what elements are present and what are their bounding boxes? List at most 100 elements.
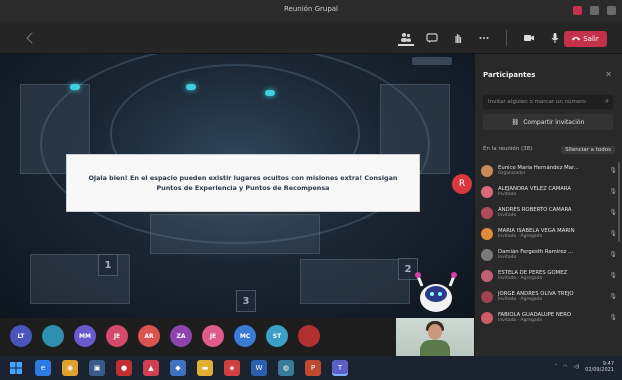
background-light [186, 84, 196, 90]
stage-label-chip [412, 57, 452, 65]
section-label: En la reunión (38) [483, 146, 533, 152]
number-tile: 3 [236, 290, 256, 312]
participant-info: Damián Fergesth Ramírez ... Invitado [498, 249, 609, 260]
participants-toggle-icon[interactable] [398, 30, 414, 46]
chrome-app-icon[interactable]: ◉ [62, 360, 78, 376]
avatar [481, 248, 493, 261]
app-icon[interactable]: ◈ [224, 360, 240, 376]
participant-avatar[interactable]: ZA [170, 325, 192, 347]
phone-icon [572, 37, 581, 41]
more-options-icon[interactable] [476, 30, 492, 46]
meeting-toolbar: Salir [0, 22, 622, 54]
participant-role: Invitado · Agregado [498, 234, 543, 239]
video-person [428, 324, 442, 340]
microphone-icon[interactable] [547, 30, 563, 46]
close-panel-icon[interactable]: ✕ [605, 70, 612, 79]
background-machine [300, 259, 410, 304]
raise-hand-icon[interactable] [450, 30, 466, 46]
app-icon[interactable]: ◍ [278, 360, 294, 376]
participant-list-item[interactable]: MARÍA ISABELA VEGA MARIN Invitado · Agreg… [481, 223, 617, 244]
participant-list-item[interactable]: Damián Fergesth Ramírez ... Invitado 🎙 [481, 244, 617, 265]
panel-scrollbar[interactable] [618, 162, 620, 242]
participant-avatar[interactable]: JE [202, 325, 224, 347]
participant-avatar[interactable]: MM [74, 325, 96, 347]
background-light [265, 90, 275, 96]
chevron-up-icon[interactable]: ˄ [555, 364, 558, 370]
os-taskbar: e ◉ ▣ ● ▲ ◆ ▬ ◈ W ◍ P T ˄ ◠ ◁) 9:47 02/0… [0, 356, 622, 380]
clock[interactable]: 9:47 02/09/2021 [585, 361, 614, 373]
participant-avatar[interactable]: AR [138, 325, 160, 347]
participant-info: FABIOLA GUADALUPE NERO Invitado · Agregad… [498, 312, 609, 323]
powerpoint-app-icon[interactable]: P [305, 360, 321, 376]
edge-app-icon[interactable]: e [35, 360, 51, 376]
participant-role: Invitado [498, 213, 517, 218]
invite-search-input[interactable]: Invitar alguien o marcar un número ⌕ [483, 95, 613, 109]
microphone-muted-icon: 🎙 [609, 293, 617, 300]
participant-avatar[interactable] [298, 325, 320, 347]
participants-panel: Participantes ✕ Invitar alguien o marcar… [474, 54, 622, 356]
participant-list-item[interactable]: ALEJANDRA VELEZ CAMARA Invitado 🎙 [481, 181, 617, 202]
invite-search-placeholder: Invitar alguien o marcar un número [488, 99, 586, 105]
word-app-icon[interactable]: W [251, 360, 267, 376]
search-icon: ⌕ [605, 97, 609, 105]
participant-list-item[interactable]: ESTELA DE PERÉS GÓMEZ Invitado · Agregado… [481, 265, 617, 286]
participant-avatar[interactable]: MC [234, 325, 256, 347]
microphone-muted-icon: 🎙 [609, 167, 617, 174]
participant-list-item[interactable]: JORGE ANDRÉS OLIVA TREJO Invitado · Agreg… [481, 286, 617, 307]
record-badge-text: R [458, 179, 466, 189]
participant-list: Eunice María Hernández Mar... Organizador… [481, 160, 617, 328]
participant-list-item[interactable]: ANDRÉS ROBERTO CAMARA Invitado 🎙 [481, 202, 617, 223]
video-person [420, 340, 450, 356]
minimize-button[interactable] [590, 6, 599, 15]
avatar [481, 269, 493, 282]
link-icon: ⛓ [511, 118, 520, 126]
microphone-muted-icon: 🎙 [609, 209, 617, 216]
app-icon[interactable]: ◆ [170, 360, 186, 376]
participant-role: Invitado [498, 255, 517, 260]
share-invite-button[interactable]: ⛓ Compartir invitación [483, 114, 613, 130]
volume-icon[interactable]: ◁) [573, 364, 579, 370]
teams-app-icon[interactable]: T [332, 360, 348, 376]
participant-list-item[interactable]: FABIOLA GUADALUPE NERO Invitado · Agregad… [481, 307, 617, 328]
message-text: Ojala bien! En el espacio pueden existir… [88, 174, 398, 192]
participant-avatar[interactable] [42, 325, 64, 347]
in-meeting-section[interactable]: En la reunión (38) Silenciar a todos [483, 146, 615, 156]
self-video-tile[interactable] [396, 318, 474, 356]
close-window-button[interactable] [607, 6, 616, 15]
participant-avatar[interactable]: LT [10, 325, 32, 347]
window-titlebar: Reunión Grupal [0, 0, 622, 22]
record-indicator-icon [573, 6, 582, 15]
avatar [481, 164, 493, 177]
avatar-row: LT MM JE AR ZA JE MC ST [10, 325, 320, 347]
microphone-muted-icon: 🎙 [609, 251, 617, 258]
participant-role: Organizador [498, 171, 526, 176]
network-icon[interactable]: ◠ [563, 364, 567, 370]
number-tile: 1 [98, 254, 118, 276]
leave-button-label: Salir [583, 35, 599, 43]
app-icon[interactable]: ▣ [89, 360, 105, 376]
app-icon[interactable]: ▲ [143, 360, 159, 376]
file-explorer-icon[interactable]: ▬ [197, 360, 213, 376]
participant-role: Invitado [498, 192, 517, 197]
background-light [70, 84, 80, 90]
record-badge: R [452, 174, 472, 194]
camera-icon[interactable] [521, 30, 537, 46]
leave-button[interactable]: Salir [564, 31, 607, 47]
start-button[interactable] [8, 360, 24, 376]
back-arrow-icon[interactable] [26, 32, 38, 44]
mute-all-button[interactable]: Silenciar a todos [561, 146, 615, 154]
chat-icon[interactable] [424, 30, 440, 46]
participant-avatar[interactable]: ST [266, 325, 288, 347]
participant-avatar[interactable]: JE [106, 325, 128, 347]
system-tray: ˄ ◠ ◁) 9:47 02/09/2021 [555, 361, 615, 373]
participant-list-item[interactable]: Eunice María Hernández Mar... Organizador… [481, 160, 617, 181]
window-title: Reunión Grupal [283, 5, 339, 13]
app-icon[interactable]: ● [116, 360, 132, 376]
window-controls [573, 6, 616, 15]
participant-info: JORGE ANDRÉS OLIVA TREJO Invitado · Agreg… [498, 291, 609, 302]
microphone-muted-icon: 🎙 [609, 272, 617, 279]
shared-screen-stage: 1 2 3 Ojala bien! En el espacio pueden e… [0, 54, 474, 323]
robot-mascot-icon [415, 272, 457, 312]
participant-role: Invitado · Agregado [498, 297, 543, 302]
participant-role: Invitado · Agregado [498, 318, 543, 323]
